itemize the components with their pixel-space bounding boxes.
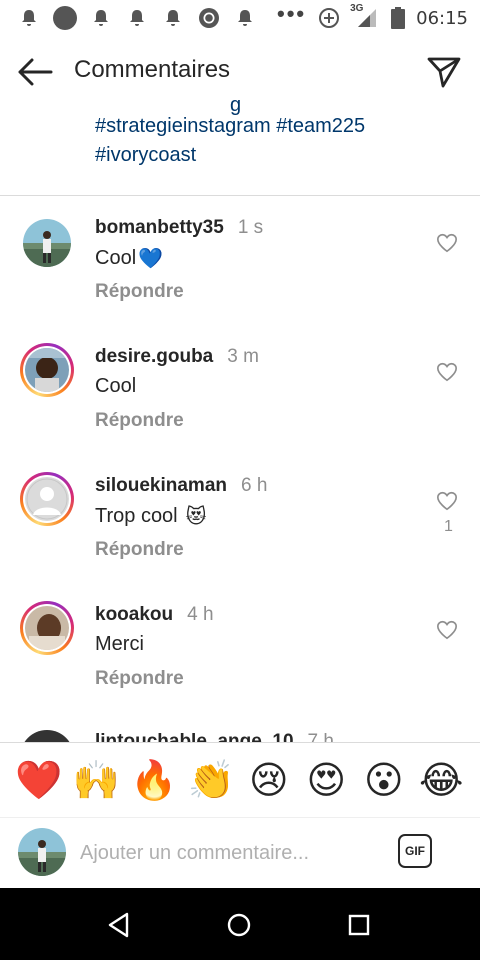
notification-bell-icon xyxy=(16,6,42,30)
notification-bell-icon xyxy=(232,6,258,30)
default-avatar-icon xyxy=(25,477,69,521)
square-recents-icon xyxy=(348,914,370,936)
laughing-tears-emoji-button[interactable]: 😂 xyxy=(416,761,466,799)
nav-home-button[interactable] xyxy=(224,910,254,940)
crying-face-emoji-button[interactable]: 😢 xyxy=(244,761,294,799)
clapping-hands-emoji-button[interactable]: 👏 xyxy=(186,761,236,799)
notification-bell-icon xyxy=(160,6,186,30)
more-notifications-icon: ••• xyxy=(277,1,307,26)
emoji-reaction-bar: ❤️ 🙌 🔥 👏 😢 😍 😮 😂 xyxy=(0,742,480,818)
reply-button[interactable]: Répondre xyxy=(95,668,184,690)
battery-icon xyxy=(390,6,406,30)
back-button[interactable] xyxy=(14,54,56,90)
comment-username[interactable]: bomanbetty35 1 s xyxy=(95,217,263,239)
comment-time: 1 s xyxy=(237,217,264,238)
comment-username[interactable]: kooakou 4 h xyxy=(95,604,214,626)
heart-eyes-emoji-button[interactable]: 😍 xyxy=(301,761,351,799)
like-count: 1 xyxy=(444,518,453,535)
comment-time: 3 m xyxy=(227,346,259,367)
notification-icons xyxy=(16,6,258,30)
reply-button[interactable]: Répondre xyxy=(95,281,184,303)
reply-button[interactable]: Répondre xyxy=(95,539,184,561)
notification-bell-icon xyxy=(88,6,114,30)
like-heart-icon[interactable] xyxy=(436,232,458,254)
like-heart-icon[interactable] xyxy=(436,490,458,512)
blue-heart-emoji: 💙 xyxy=(138,248,164,270)
page-title: Commentaires xyxy=(74,56,231,83)
circle-notification-icon xyxy=(52,6,78,30)
network-type: 3G xyxy=(350,3,364,14)
like-heart-icon[interactable] xyxy=(436,361,458,383)
comment-username[interactable]: lintouchable_ange_10 7 h xyxy=(95,731,334,742)
comment-composer: GIF xyxy=(0,818,480,888)
comment-text: Merci xyxy=(95,633,144,655)
comment-time: 6 h xyxy=(241,475,268,496)
data-saver-icon xyxy=(316,6,342,30)
comment-item: lintouchable_ange_10 7 h xyxy=(0,712,480,742)
signal-icon: 3G xyxy=(350,3,380,30)
system-icons: ••• 3G 06:15 xyxy=(277,1,468,30)
system-navigation-bar xyxy=(0,888,480,960)
like-heart-icon[interactable] xyxy=(436,619,458,641)
avatar[interactable] xyxy=(20,216,74,270)
current-user-avatar xyxy=(18,828,66,876)
triangle-back-icon xyxy=(108,912,129,938)
cat-heart-eyes-emoji: 😻 xyxy=(185,506,207,528)
surprised-face-emoji-button[interactable]: 😮 xyxy=(359,761,409,799)
avatar-image xyxy=(25,348,69,392)
caption-hashtags[interactable]: #strategieinstagram #team225 #ivorycoast xyxy=(95,112,415,170)
back-arrow-icon xyxy=(18,58,53,86)
comment-username[interactable]: silouekinaman 6 h xyxy=(95,475,267,497)
comment-text: Cool xyxy=(95,375,137,397)
comment-text: Trop cool 😻 xyxy=(95,505,207,528)
share-button[interactable] xyxy=(424,54,464,90)
status-bar: ••• 3G 06:15 xyxy=(0,0,480,36)
comment-item: desire.gouba 3 m Cool Répondre xyxy=(0,325,480,454)
raising-hands-emoji-button[interactable]: 🙌 xyxy=(71,761,121,799)
comment-item: silouekinaman 6 h Trop cool 😻 Répondre 1 xyxy=(0,454,480,583)
comment-text: Cool 💙 xyxy=(95,247,164,270)
red-heart-emoji-button[interactable]: ❤️ xyxy=(14,761,64,799)
nav-back-button[interactable] xyxy=(104,910,134,940)
reply-button[interactable]: Répondre xyxy=(95,410,184,432)
comment-time: 7 h xyxy=(307,731,334,742)
chrome-icon xyxy=(196,6,222,30)
paper-plane-icon xyxy=(427,57,461,88)
avatar-story-ring[interactable] xyxy=(20,472,74,526)
gif-button[interactable]: GIF xyxy=(398,834,432,868)
comment-input[interactable] xyxy=(80,834,380,872)
comment-time: 4 h xyxy=(187,604,214,625)
notification-bell-icon xyxy=(124,6,150,30)
avatar[interactable] xyxy=(20,730,74,742)
avatar-image xyxy=(23,219,71,267)
clock: 06:15 xyxy=(416,7,468,29)
comment-item: bomanbetty35 1 s Cool 💙 Répondre xyxy=(0,196,480,325)
comment-username[interactable]: desire.gouba 3 m xyxy=(95,346,259,368)
avatar-image xyxy=(25,606,69,650)
comments-list[interactable]: bomanbetty35 1 s Cool 💙 Répondre desire.go… xyxy=(0,196,480,742)
avatar-story-ring[interactable] xyxy=(20,343,74,397)
comment-item: kooakou 4 h Merci Répondre xyxy=(0,583,480,712)
circle-home-icon xyxy=(227,913,251,937)
nav-recents-button[interactable] xyxy=(344,910,374,940)
fire-emoji-button[interactable]: 🔥 xyxy=(129,761,179,799)
header: Commentaires xyxy=(0,36,480,108)
avatar-story-ring[interactable] xyxy=(20,601,74,655)
post-caption: g #strategieinstagram #team225 #ivorycoa… xyxy=(0,100,480,196)
